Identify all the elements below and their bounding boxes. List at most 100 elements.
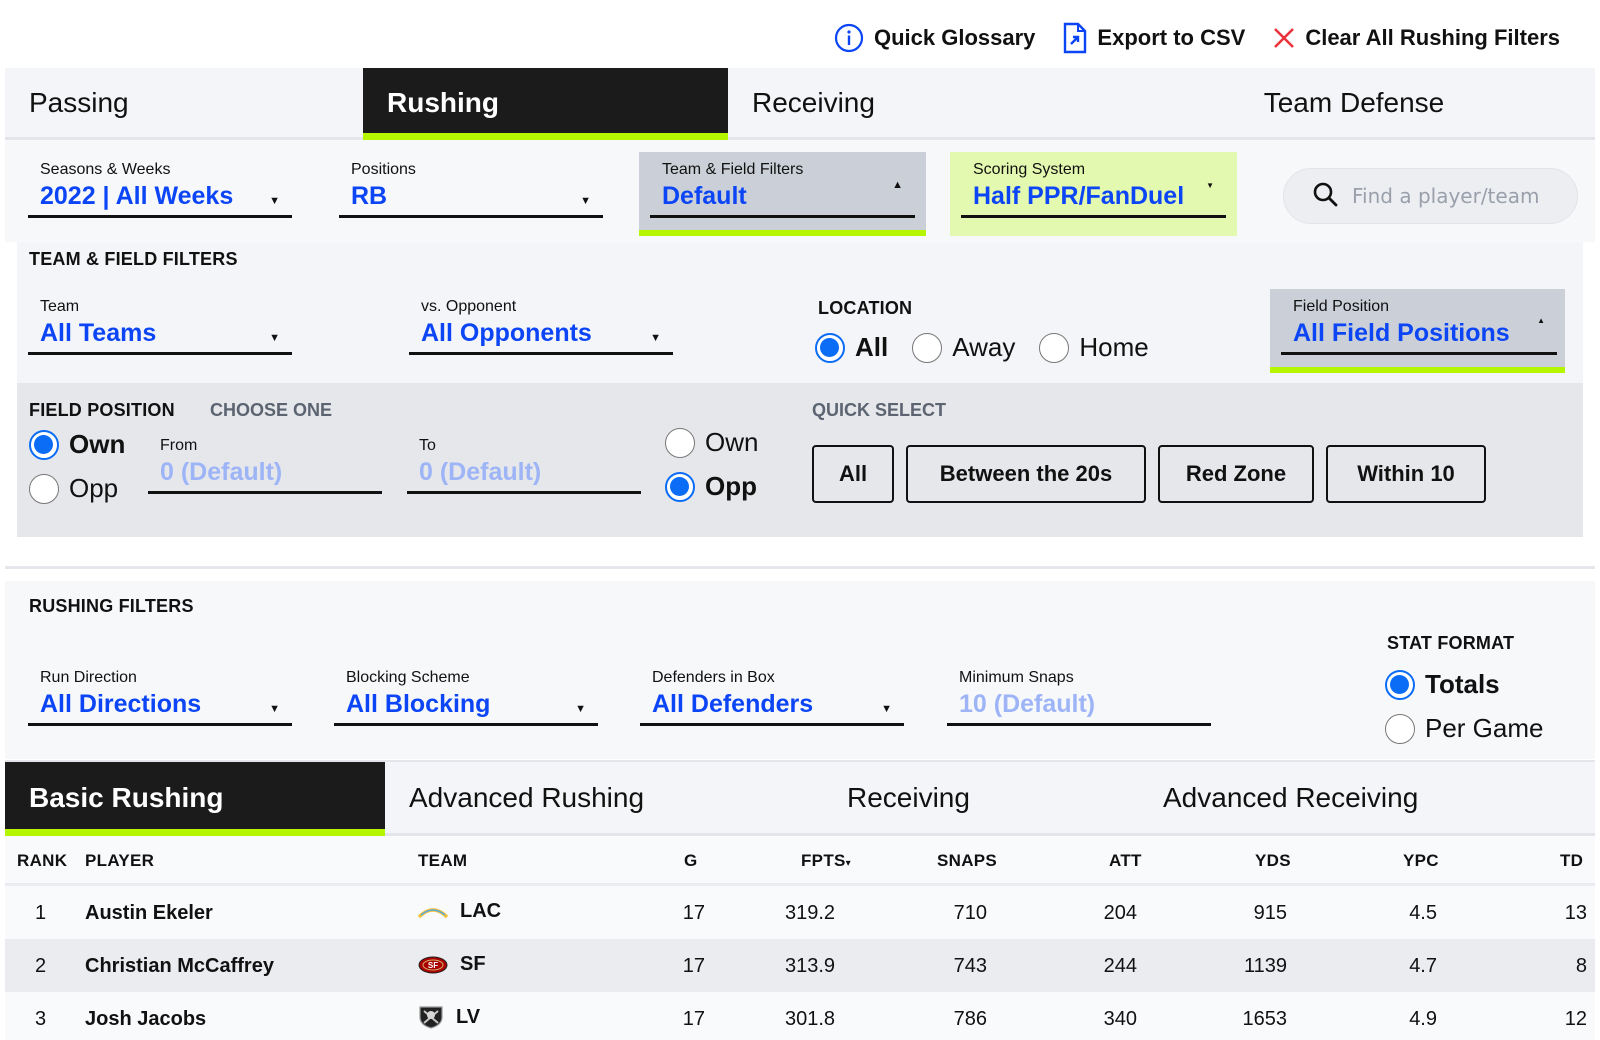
info-icon: [834, 23, 864, 53]
col-yds[interactable]: YDS: [1255, 851, 1291, 871]
seasons-weeks-dropdown[interactable]: Seasons & Weeks 2022 | All Weeks ▼: [28, 161, 292, 218]
to-label: To: [419, 437, 436, 454]
field-position-title: FIELD POSITION: [29, 400, 175, 420]
radio-dot: [665, 471, 695, 502]
col-td[interactable]: TD: [1560, 851, 1583, 871]
table-row[interactable]: 3 Josh Jacobs LV 17 301.8 786 340 1653 4…: [5, 992, 1595, 1040]
minimum-snaps-input[interactable]: Minimum Snaps 10 (Default): [947, 669, 1211, 726]
col-player[interactable]: PLAYER: [85, 851, 154, 871]
stat-format-per-game-radio[interactable]: Per Game: [1385, 713, 1544, 744]
cell-fpts: 319.2: [785, 902, 836, 924]
radio-dot: [29, 429, 59, 460]
location-title: LOCATION: [818, 298, 913, 318]
cell-player[interactable]: Christian McCaffrey: [85, 955, 274, 978]
caret-down-icon: ▼: [269, 195, 280, 207]
search-input[interactable]: [1352, 184, 1572, 208]
cell-rank: 2: [35, 955, 47, 977]
to-opp-radio[interactable]: Opp: [665, 471, 757, 502]
tab-label: Advanced Receiving: [1163, 781, 1419, 813]
team-dropdown[interactable]: Team All Teams ▼: [28, 298, 292, 355]
radio-label: Opp: [69, 473, 119, 503]
from-yard-input[interactable]: From 0 (Default): [148, 437, 382, 494]
col-g[interactable]: G: [684, 851, 698, 871]
active-indicator: [1270, 367, 1565, 373]
quick-select-all-button[interactable]: All: [812, 445, 894, 503]
search-box[interactable]: [1283, 168, 1578, 224]
tab-rushing[interactable]: Rushing: [363, 68, 728, 140]
cell-ypc: 4.5: [1409, 902, 1437, 924]
radio-dot: [1039, 332, 1070, 363]
cell-snaps: 786: [953, 1008, 987, 1030]
col-att[interactable]: ATT: [1109, 851, 1142, 871]
scoring-system-dropdown[interactable]: Scoring System Half PPR/FanDuel ▼: [961, 161, 1226, 218]
table-header: RANK PLAYER TEAM G FPTS▾ SNAPS ATT YDS Y…: [5, 836, 1595, 886]
radio-dot: [912, 332, 943, 363]
col-team[interactable]: TEAM: [418, 851, 467, 871]
cell-player[interactable]: Josh Jacobs: [85, 1008, 206, 1031]
to-own-radio[interactable]: Own: [665, 427, 758, 458]
location-away-radio[interactable]: Away: [912, 332, 1015, 363]
tab-receiving-stats[interactable]: Receiving: [847, 762, 970, 833]
defenders-in-box-dropdown[interactable]: Defenders in Box All Defenders ▼: [640, 669, 904, 726]
rushing-filters-panel: RUSHING FILTERS Run Direction All Direct…: [5, 581, 1595, 759]
cell-team: LAC: [418, 900, 501, 923]
opponent-label: vs. Opponent: [421, 298, 517, 315]
quick-glossary-button[interactable]: Quick Glossary: [834, 23, 1035, 53]
team-label: Team: [40, 298, 80, 315]
col-ypc[interactable]: YPC: [1403, 851, 1439, 871]
from-opp-radio[interactable]: Opp: [29, 473, 118, 504]
team-field-filters-dropdown[interactable]: Team & Field Filters Default ▲: [650, 161, 915, 218]
scoring-system-label: Scoring System: [973, 161, 1086, 178]
export-csv-button[interactable]: Export to CSV: [1063, 22, 1245, 54]
tab-label: Basic Rushing: [29, 781, 224, 813]
cell-player[interactable]: Austin Ekeler: [85, 902, 213, 925]
location-all-radio[interactable]: All: [815, 332, 888, 363]
tab-label: Receiving: [847, 781, 970, 813]
rushing-filters-title: RUSHING FILTERS: [29, 596, 194, 616]
quick-select-red-zone-button[interactable]: Red Zone: [1158, 445, 1314, 503]
tab-advanced-rushing[interactable]: Advanced Rushing: [409, 762, 644, 833]
quick-select-title: QUICK SELECT: [812, 400, 947, 420]
quick-select-within-10-button[interactable]: Within 10: [1326, 445, 1486, 503]
cell-g: 17: [682, 902, 705, 924]
tab-receiving[interactable]: Receiving: [728, 68, 1113, 137]
underline: [650, 215, 915, 218]
table-row[interactable]: 1 Austin Ekeler LAC 17 319.2 710 204 915…: [5, 886, 1595, 939]
opponent-dropdown[interactable]: vs. Opponent All Opponents ▼: [409, 298, 673, 355]
main-tabs: Passing Rushing Receiving Team Defense: [5, 68, 1595, 140]
cell-g: 17: [682, 955, 705, 977]
caret-down-icon: ▼: [580, 195, 591, 207]
tab-passing[interactable]: Passing: [5, 68, 363, 137]
tab-team-defense[interactable]: Team Defense: [1113, 68, 1595, 137]
radio-label: Home: [1079, 332, 1149, 362]
quick-select-between-20s-button[interactable]: Between the 20s: [906, 445, 1146, 503]
clear-filters-button[interactable]: Clear All Rushing Filters: [1273, 25, 1560, 51]
location-home-radio[interactable]: Home: [1039, 332, 1149, 363]
col-rank[interactable]: RANK: [17, 851, 67, 871]
cell-ypc: 4.9: [1409, 1008, 1437, 1030]
caret-down-icon: ▼: [1206, 181, 1214, 190]
cell-snaps: 710: [953, 902, 987, 924]
field-position-dropdown[interactable]: Field Position All Field Positions ▲: [1281, 298, 1557, 355]
svg-text:SF: SF: [428, 961, 438, 970]
run-direction-dropdown[interactable]: Run Direction All Directions ▼: [28, 669, 292, 726]
tab-basic-rushing[interactable]: Basic Rushing: [5, 762, 385, 836]
tab-advanced-receiving[interactable]: Advanced Receiving: [1163, 762, 1418, 833]
seasons-weeks-value: 2022 | All Weeks: [40, 182, 234, 210]
caret-up-icon: ▲: [1537, 316, 1545, 325]
export-csv-label: Export to CSV: [1097, 25, 1246, 50]
underline: [148, 491, 382, 494]
positions-dropdown[interactable]: Positions RB ▼: [339, 161, 603, 218]
from-own-radio[interactable]: Own: [29, 429, 125, 460]
col-fpts[interactable]: FPTS▾: [801, 851, 851, 871]
team-field-title: TEAM & FIELD FILTERS: [29, 249, 238, 269]
to-yard-input[interactable]: To 0 (Default): [407, 437, 641, 494]
underline: [409, 352, 673, 355]
stat-format-totals-radio[interactable]: Totals: [1385, 669, 1500, 700]
radio-label: Totals: [1425, 669, 1500, 699]
cell-g: 17: [682, 1008, 705, 1030]
table-row[interactable]: 2 Christian McCaffrey SF SF 17 313.9 743…: [5, 939, 1595, 992]
blocking-scheme-dropdown[interactable]: Blocking Scheme All Blocking ▼: [334, 669, 598, 726]
col-snaps[interactable]: SNAPS: [937, 851, 997, 871]
raiders-logo-icon: [419, 1006, 443, 1029]
